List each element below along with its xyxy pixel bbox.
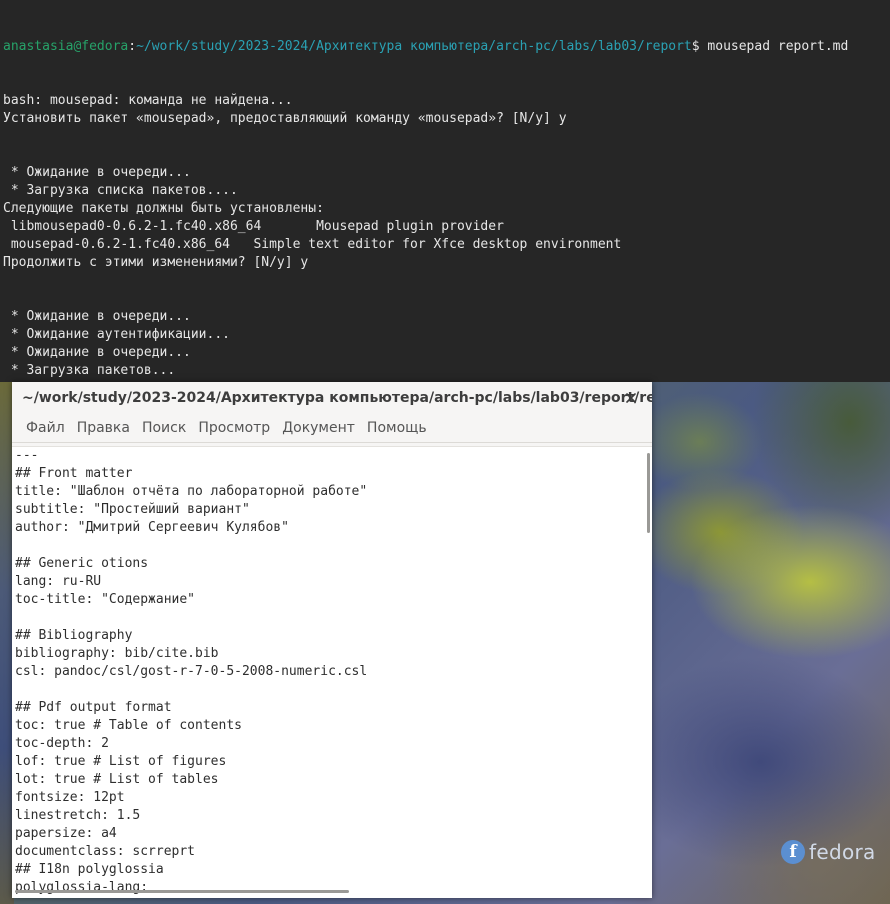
editor-line: title: "Шаблон отчёта по лабораторной ра… [15,484,368,499]
editor-line: author: "Дмитрий Сергеевич Кулябов" [15,520,289,535]
window-title: ~/work/study/2023-2024/Архитектура компь… [22,390,652,406]
terminal-line: * Загрузка пакетов... [3,363,176,378]
prompt-command: mousepad report.md [707,39,849,54]
close-icon [626,393,636,403]
prompt-path: ~/work/study/2023-2024/Архитектура компь… [136,39,692,54]
fedora-icon: f [781,840,805,864]
editor-line: toc: true # Table of contents [15,718,242,733]
close-button[interactable] [622,389,640,407]
terminal-prompt-line: anastasia@fedora:~/work/study/2023-2024/… [3,38,890,56]
editor-line: papersize: a4 [15,826,117,841]
menu-view[interactable]: Просмотр [192,414,276,442]
prompt-separator: : [128,39,137,54]
editor-line: polyglossia-lang: [15,880,149,895]
horizontal-scrollbar[interactable] [15,890,349,893]
terminal-window[interactable]: anastasia@fedora:~/work/study/2023-2024/… [0,0,890,382]
fedora-wordmark: fedora [809,840,876,864]
editor-line: bibliography: bib/cite.bib [15,646,219,661]
menu-bar: Файл Правка Поиск Просмотр Документ Помо… [12,414,652,443]
terminal-output[interactable]: anastasia@fedora:~/work/study/2023-2024/… [0,0,890,382]
menu-file[interactable]: Файл [20,414,71,442]
editor-line: ## I18n polyglossia [15,862,164,877]
terminal-line: Установить пакет «mousepad», предоставля… [3,111,567,126]
terminal-line: * Загрузка списка пакетов.... [3,183,238,198]
editor-content[interactable]: --- ## Front matter title: "Шаблон отчёта … [12,447,652,897]
editor-line: ## Front matter [15,466,133,481]
editor-line: toc-depth: 2 [15,736,109,751]
editor-line: fontsize: 12pt [15,790,125,805]
terminal-line: Продолжить с этими изменениями? [N/y] y [3,255,309,270]
terminal-line: * Ожидание в очереди... [3,165,191,180]
editor-line: csl: pandoc/csl/gost-r-7-0-5-2008-numeri… [15,664,368,679]
menu-help[interactable]: Помощь [361,414,433,442]
terminal-line: libmousepad0-0.6.2-1.fc40.x86_64 Mousepa… [3,219,504,234]
window-titlebar[interactable]: ~/work/study/2023-2024/Архитектура компь… [12,382,652,414]
editor-line: lang: ru-RU [15,574,102,589]
menu-search[interactable]: Поиск [136,414,192,442]
editor-line: ## Pdf output format [15,700,172,715]
editor-line: ## Generic otions [15,556,149,571]
prompt-user-host: anastasia@fedora [3,39,129,54]
terminal-line: * Ожидание в очереди... [3,345,191,360]
editor-line: lot: true # List of tables [15,772,219,787]
editor-line: subtitle: "Простейший вариант" [15,502,250,517]
editor-line: lof: true # List of figures [15,754,227,769]
terminal-line: bash: mousepad: команда не найдена... [3,93,293,108]
terminal-line: * Ожидание аутентификации... [3,327,230,342]
terminal-line: Следующие пакеты должны быть установлены… [3,201,324,216]
terminal-line: mousepad-0.6.2-1.fc40.x86_64 Simple text… [3,237,622,252]
editor-line: linestretch: 1.5 [15,808,141,823]
editor-line: ## Bibliography [15,628,133,643]
editor-line: toc-title: "Содержание" [15,592,196,607]
mousepad-window[interactable]: ~/work/study/2023-2024/Архитектура компь… [12,382,652,898]
prompt-symbol: $ [691,39,708,54]
menu-edit[interactable]: Правка [71,414,136,442]
editor-text-area[interactable]: --- ## Front matter title: "Шаблон отчёта … [12,446,652,898]
editor-line: --- [15,448,39,463]
terminal-line: * Ожидание в очереди... [3,309,191,324]
fedora-logo: f fedora [781,838,876,866]
menu-document[interactable]: Документ [276,414,361,442]
editor-line: documentclass: scrreprt [15,844,196,859]
vertical-scrollbar[interactable] [647,453,650,533]
